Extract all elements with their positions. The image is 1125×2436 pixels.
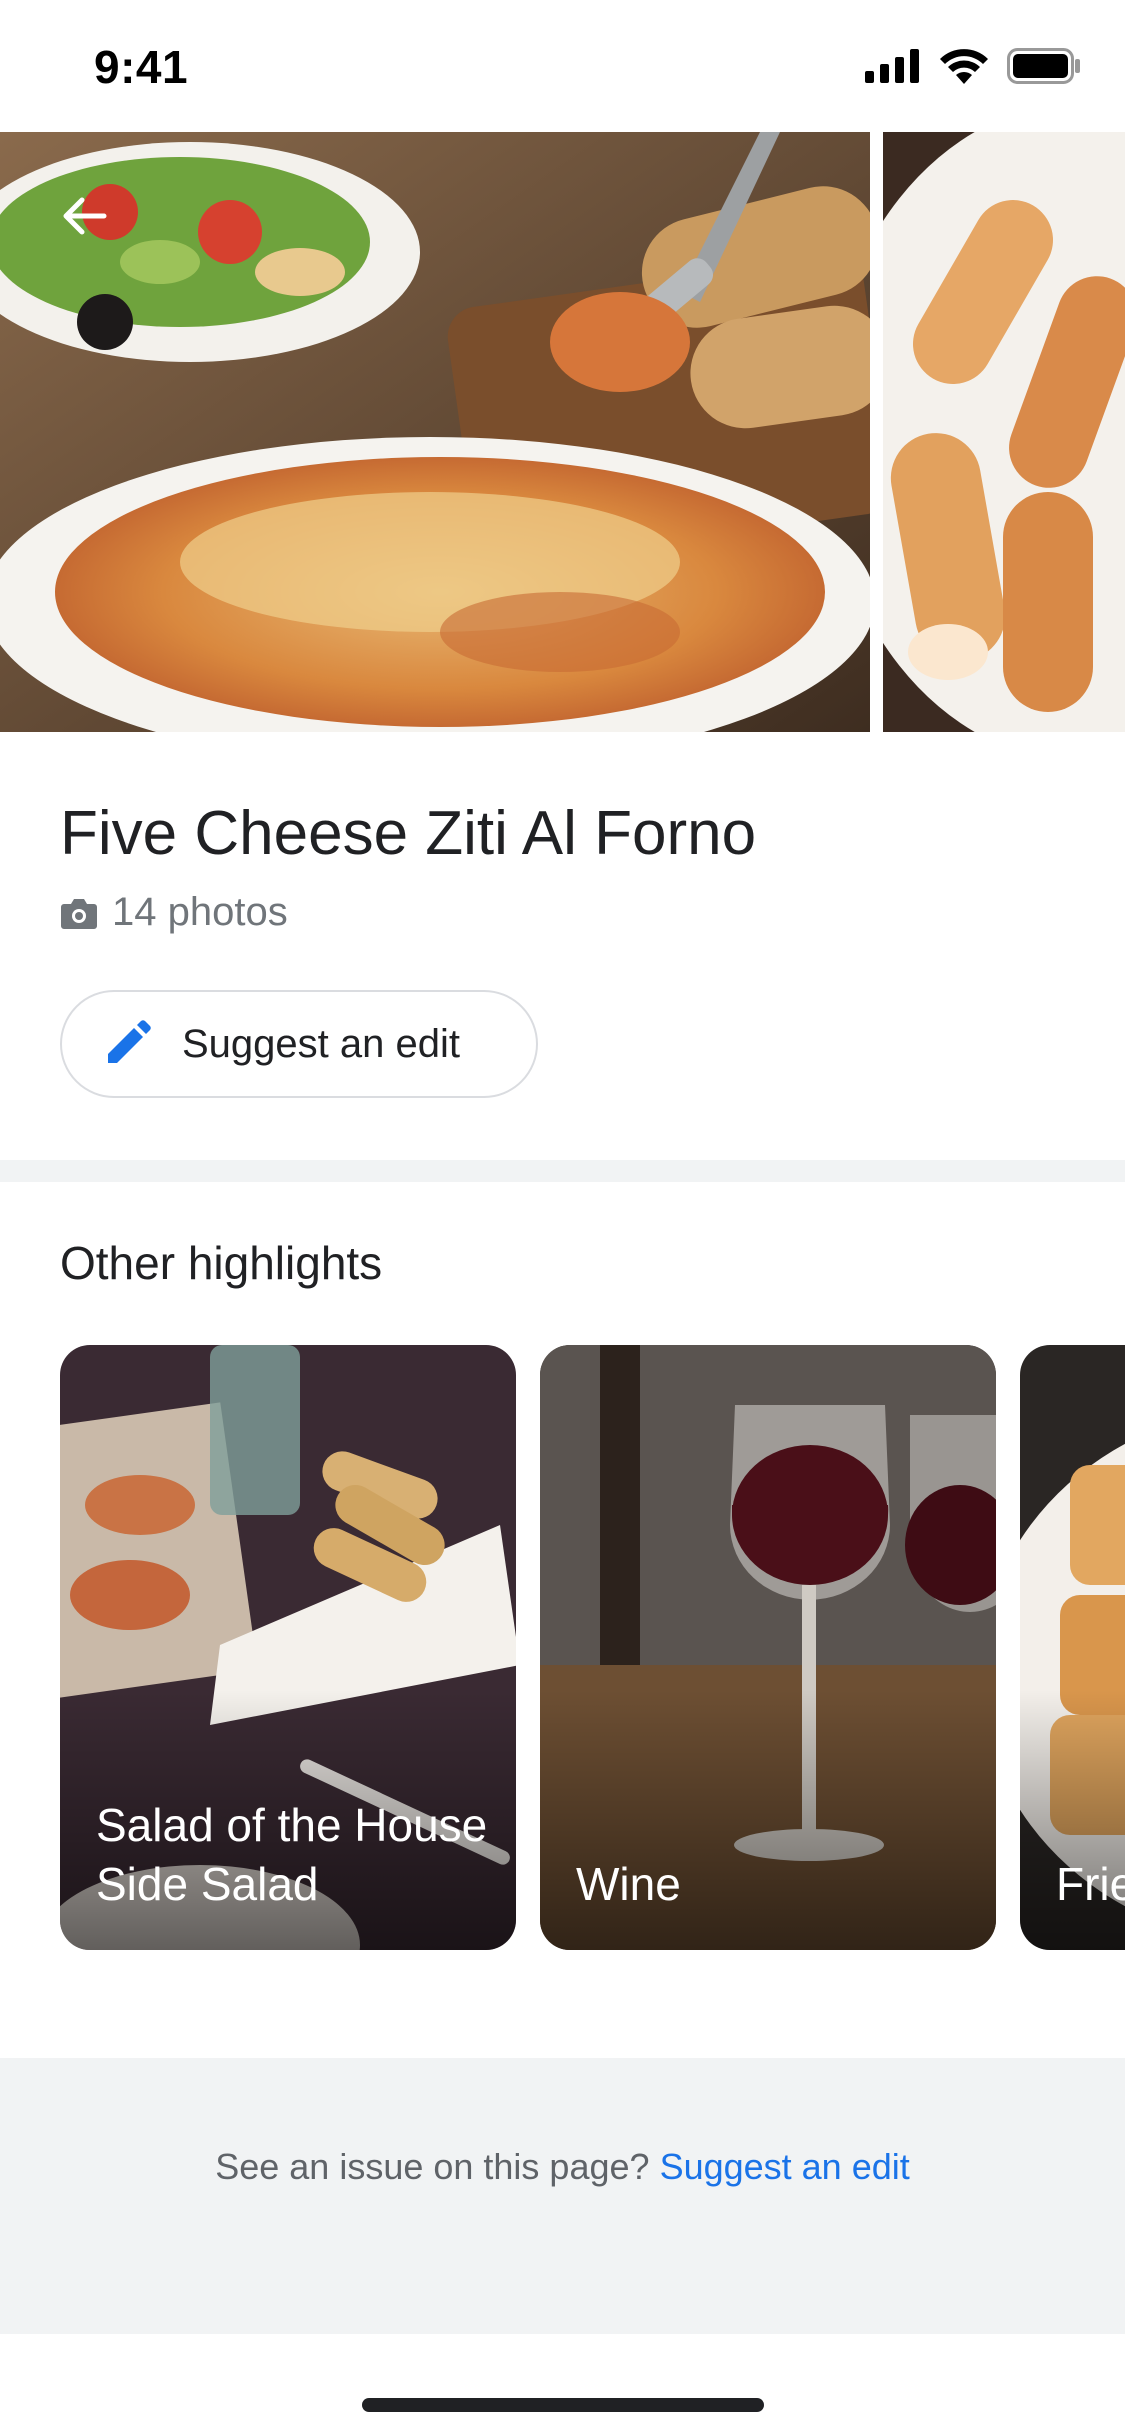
photo-count-row[interactable]: 14 photos xyxy=(60,890,288,935)
status-icons xyxy=(865,48,1081,84)
dish-title: Five Cheese Ziti Al Forno xyxy=(60,799,757,868)
feedback-footer: See an issue on this page? Suggest an ed… xyxy=(0,2058,1125,2334)
feedback-suggest-edit-link[interactable]: Suggest an edit xyxy=(660,2146,910,2187)
home-indicator[interactable] xyxy=(362,2398,764,2412)
photo-count: 14 photos xyxy=(112,890,288,934)
battery-icon xyxy=(1007,48,1080,84)
dish-photo-main[interactable] xyxy=(0,132,870,732)
back-button[interactable] xyxy=(44,176,124,256)
highlight-card-fried[interactable]: Frie xyxy=(1020,1345,1125,1950)
section-divider xyxy=(0,1160,1125,1182)
suggest-edit-label: Suggest an edit xyxy=(182,1021,460,1066)
feedback-prompt: See an issue on this page? xyxy=(215,2146,650,2187)
wifi-icon xyxy=(940,49,988,84)
highlight-label: Salad of the House Side Salad xyxy=(96,1799,488,1911)
dish-info: Five Cheese Ziti Al Forno 14 photos Sugg… xyxy=(0,732,1125,1160)
status-time: 9:41 xyxy=(94,41,189,93)
feedback-line: See an issue on this page? Suggest an ed… xyxy=(0,2146,1125,2188)
dish-photo-secondary[interactable] xyxy=(883,132,1125,732)
photo-carousel[interactable] xyxy=(0,132,1125,732)
cellular-signal-icon xyxy=(865,49,919,83)
pencil-icon xyxy=(108,1020,151,1063)
camera-icon xyxy=(61,898,97,929)
back-arrow-icon xyxy=(63,197,107,235)
highlights-heading: Other highlights xyxy=(60,1237,383,1289)
highlights-carousel[interactable]: Salad of the House Side Salad Wine Frie xyxy=(0,1345,1125,1950)
suggest-edit-button[interactable]: Suggest an edit xyxy=(60,990,538,1098)
highlight-card-salad[interactable]: Salad of the House Side Salad xyxy=(60,1345,516,1950)
highlight-card-wine[interactable]: Wine xyxy=(540,1345,996,1950)
highlight-label: Wine xyxy=(576,1858,681,1911)
highlight-label: Frie xyxy=(1056,1858,1125,1911)
status-bar: 9:41 xyxy=(0,0,1125,132)
dish-detail-page: 9:41 Five Cheese Ziti Al Forno 14 photos… xyxy=(0,0,1125,2436)
